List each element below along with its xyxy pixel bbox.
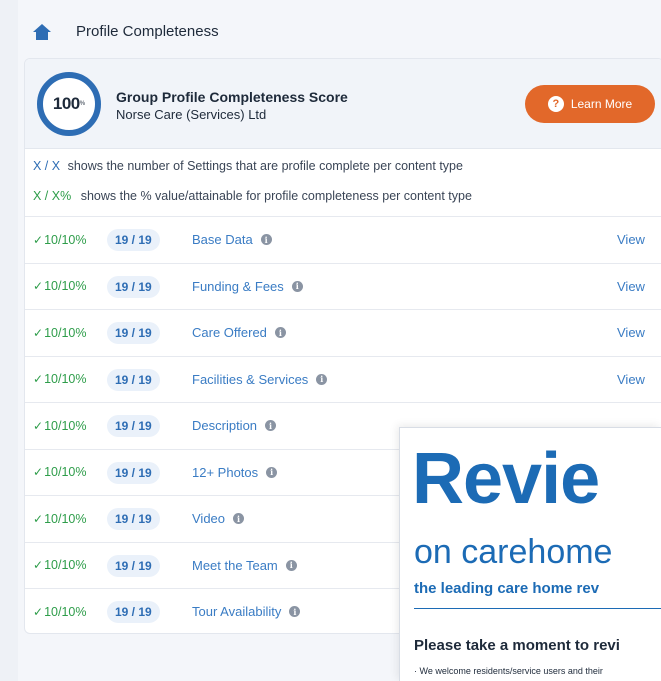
check-icon: ✓ — [33, 604, 44, 619]
home-icon[interactable] — [32, 22, 52, 42]
pct-status: ✓10/10% — [33, 232, 87, 247]
content-row: ✓10/10% 19 / 19 Care Offered i View — [25, 309, 661, 356]
check-icon: ✓ — [33, 279, 44, 294]
score-panel: 100% Group Profile Completeness Score No… — [25, 59, 661, 149]
view-link[interactable]: View — [617, 279, 645, 294]
score-value: 100 — [52, 94, 80, 113]
count-badge: 19 / 19 — [107, 554, 160, 577]
content-type-label[interactable]: Tour Availability i — [192, 604, 301, 619]
pct-status: ✓10/10% — [33, 511, 87, 526]
reviews-promo-panel[interactable]: Revie on carehome the leading care home … — [399, 427, 661, 681]
content-type-label[interactable]: Funding & Fees i — [192, 279, 303, 294]
count-badge: 19 / 19 — [107, 508, 160, 530]
promo-bullet: · We welcome residents/service users and… — [414, 666, 603, 676]
view-link[interactable]: View — [617, 325, 645, 340]
promo-heading: Revie — [412, 439, 600, 519]
count-badge: 19 / 19 — [107, 415, 160, 437]
check-icon: ✓ — [33, 511, 44, 526]
count-badge: 19 / 19 — [107, 275, 160, 298]
count-badge: 19 / 19 — [107, 229, 160, 251]
pct-status: ✓10/10% — [33, 372, 87, 387]
score-ring: 100% — [37, 72, 101, 136]
content-type-label[interactable]: Facilities & Services i — [192, 372, 328, 387]
content-type-label[interactable]: Video i — [192, 511, 245, 526]
learn-more-button[interactable]: ? Learn More — [525, 85, 655, 123]
pct-status: ✓10/10% — [33, 604, 87, 619]
count-badge: 19 / 19 — [107, 322, 160, 344]
pct-status: ✓10/10% — [33, 465, 87, 480]
content-row: ✓10/10% 19 / 19 Base Data i View — [25, 216, 661, 263]
count-badge: 19 / 19 — [107, 601, 160, 623]
learn-more-label: Learn More — [570, 97, 633, 111]
info-icon[interactable]: i — [266, 466, 278, 478]
content-type-label[interactable]: Meet the Team i — [192, 558, 297, 573]
check-icon: ✓ — [33, 418, 44, 433]
info-icon[interactable]: i — [265, 420, 277, 432]
info-icon[interactable]: i — [291, 280, 303, 292]
count-badge: 19 / 19 — [107, 461, 160, 484]
question-icon: ? — [547, 96, 564, 112]
content-row: ✓10/10% 19 / 19 Funding & Fees i View — [25, 262, 661, 310]
content-type-label[interactable]: Base Data i — [192, 232, 272, 247]
pct-status: ✓10/10% — [33, 558, 87, 573]
page-header: Profile Completeness — [18, 0, 661, 62]
legend-text-percent: shows the % value/attainable for profile… — [80, 189, 472, 203]
info-icon[interactable]: i — [289, 606, 301, 618]
pct-status: ✓10/10% — [33, 279, 87, 294]
legend-key-settings: X / X — [33, 159, 61, 173]
page-title: Profile Completeness — [76, 23, 219, 40]
info-icon[interactable]: i — [285, 559, 297, 571]
info-icon[interactable]: i — [316, 373, 328, 385]
check-icon: ✓ — [33, 465, 44, 480]
score-suffix: % — [79, 101, 86, 107]
pct-status: ✓10/10% — [33, 418, 87, 433]
view-link[interactable]: View — [617, 232, 645, 247]
content-type-label[interactable]: Care Offered i — [192, 325, 286, 340]
pct-status: ✓10/10% — [33, 325, 87, 340]
score-title: Group Profile Completeness Score — [116, 89, 348, 105]
check-icon: ✓ — [33, 232, 44, 247]
content-row: ✓10/10% 19 / 19 Facilities & Services i V… — [25, 355, 661, 403]
info-icon[interactable]: i — [274, 327, 286, 339]
promo-tagline: the leading care home rev — [414, 580, 600, 597]
check-icon: ✓ — [33, 325, 44, 340]
organisation-name: Norse Care (Services) Ltd — [116, 107, 267, 122]
view-link[interactable]: View — [617, 372, 645, 387]
legend-key-percent: X / X% — [33, 189, 72, 203]
legend-percent: X / X% shows the % value/attainable for … — [33, 189, 472, 203]
content-type-label[interactable]: Description i — [192, 418, 277, 433]
promo-subheading: on carehome — [414, 533, 613, 571]
check-icon: ✓ — [33, 558, 44, 573]
legend-text-settings: shows the number of Settings that are pr… — [67, 159, 463, 173]
content-type-label[interactable]: 12+ Photos i — [192, 465, 278, 480]
check-icon: ✓ — [33, 372, 44, 387]
promo-divider — [414, 608, 661, 609]
legend-settings: X / X shows the number of Settings that … — [33, 159, 463, 173]
info-icon[interactable]: i — [233, 513, 245, 525]
promo-call-to-action: Please take a moment to revi — [414, 637, 620, 654]
count-badge: 19 / 19 — [107, 368, 160, 391]
info-icon[interactable]: i — [260, 234, 272, 246]
